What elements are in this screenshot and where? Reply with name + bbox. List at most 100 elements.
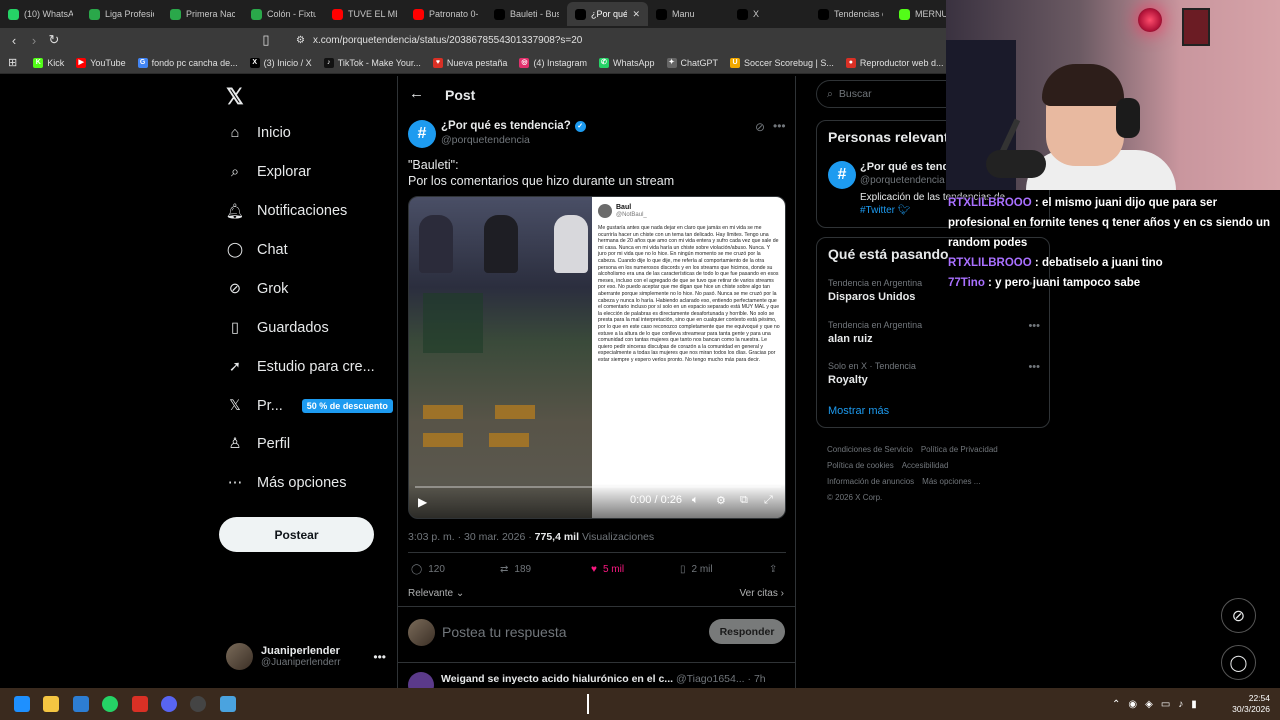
bookmark-item[interactable]: ✆ WhatsApp [598,57,655,68]
browser-tab[interactable]: X [729,2,810,26]
nav-item-pr[interactable]: 𝕏 Pr... 50 % de descuento [226,397,393,415]
browser-tab[interactable]: (10) WhatsApp [0,2,81,26]
browser-tab[interactable]: Tendencias en [810,2,891,26]
fullscreen-icon[interactable]: ⤢ [764,494,773,507]
app-tray-icon[interactable]: ◉ [1128,699,1137,710]
show-more-link[interactable]: Mostrar más [828,405,889,417]
trend-item[interactable]: Solo en X · Tendencia Royalty ••• [828,361,1040,386]
nav-item-estudio-para-cre[interactable]: ➚ Estudio para cre... [226,358,375,376]
site-info-icon[interactable]: ⚙ [296,35,305,46]
bookmark-item[interactable]: ◎ (4) Instagram [519,57,587,68]
author-name-text[interactable]: ¿Por qué es tendencia? [441,120,571,132]
person-handle[interactable]: @porquetendencia [860,175,945,186]
trend-item[interactable]: Tendencia en Argentina alan ruiz ••• [828,320,1040,345]
system-clock[interactable]: 22:54 30/3/2026 [1228,693,1270,715]
bookmark-item[interactable]: Gfondo pc cancha de... [137,57,238,68]
browser-tab[interactable]: Colón - Fixtu [243,2,324,26]
more-icon[interactable]: ••• [1028,361,1040,373]
volume-icon[interactable]: ♪ [1178,699,1183,710]
nav-item-guardados[interactable]: ▯ Guardados [226,319,329,337]
nav-item-m-s-opciones[interactable]: ⋯ Más opciones [226,474,347,492]
hashtag-link[interactable]: #Twitter [860,205,895,216]
next-post-author[interactable]: Weigand se inyecto acido hialurónico en … [441,673,673,685]
chevron-up-icon[interactable]: ⌃ [1112,699,1120,710]
bookmark-item[interactable]: ♪ TikTok - Make Your... [323,57,421,68]
share-button[interactable]: ⇪ [769,564,777,575]
next-post-header[interactable]: Weigand se inyecto acido hialurónico en … [441,673,791,685]
grok-floating-button[interactable]: ⊘ [1221,598,1256,633]
tweet-author-name[interactable]: ¿Por qué es tendencia? ✓ [441,120,586,132]
network-icon[interactable]: ▭ [1161,699,1170,710]
bookmark-item[interactable]: K Kick [33,57,64,68]
nav-item-perfil[interactable]: ♙ Perfil [226,435,291,453]
like-button[interactable]: ♥ 5 mil [591,564,624,575]
bookmark-item[interactable]: ✦ ChatGPT [666,57,718,68]
back-icon[interactable]: ‹ [4,33,24,48]
browser-tab[interactable]: Patronato 0-2 [405,2,486,26]
avatar[interactable] [408,672,434,688]
messages-floating-button[interactable]: ◯ [1221,645,1256,680]
pip-icon[interactable]: ⧉ [740,494,748,507]
url-field[interactable]: ⚙ x.com/porquetendencia/status/203867855… [296,35,582,46]
reply-input[interactable]: Postea tu respuesta [442,624,567,640]
bookmark-item[interactable]: X (3) Inicio / X [249,57,312,68]
avatar[interactable]: # [828,161,856,189]
tweet-video[interactable]: Baul @NotBaul_ Me gustaría antes que nad… [408,196,786,519]
next-post-handle[interactable]: @Tiago1654... [676,673,745,685]
repost-button[interactable]: ⇄ 189 [500,564,531,575]
x-logo-icon[interactable]: 𝕏 [226,84,244,110]
browser-tab[interactable]: Liga Profesio [81,2,162,26]
tweet-timestamp[interactable]: 3:03 p. m. · 30 mar. 2026 · [408,531,535,543]
nav-item-grok[interactable]: ⊘ Grok [226,280,289,298]
account-switcher[interactable]: Juaniperlender @Juaniperlenderr ••• [226,643,386,670]
forward-icon[interactable]: › [24,33,44,48]
bookmark-item[interactable]: U Soccer Scorebug | S... [730,57,834,68]
nav-item-notificaciones[interactable]: 🔔︎ Notificaciones [226,202,347,220]
footer-link[interactable]: Política de Privacidad [921,445,998,454]
bookmark-item[interactable]: ▶ YouTube [76,57,126,68]
promo-badge[interactable]: 50 % de descuento [301,399,393,413]
sort-replies-dropdown[interactable]: Relevante ⌄ [408,588,464,599]
nav-item-explorar[interactable]: ⌕ Explorar [226,163,311,181]
play-icon[interactable]: ▶ [418,495,427,509]
browser-icon[interactable] [132,696,148,712]
shield-icon[interactable]: ◈ [1145,699,1153,710]
battery-icon[interactable]: ▮ [1191,699,1197,710]
nav-item-chat[interactable]: ◯ Chat [226,241,288,259]
bookmark-page-icon[interactable]: ▯ [256,32,276,48]
bookmark-item[interactable]: ♥ Nueva pestaña [432,57,507,68]
bookmark-item[interactable]: ● Reproductor web d... [845,57,943,68]
footer-link[interactable]: Más opciones ... [922,477,980,486]
browser-tab[interactable]: Manu [648,2,729,26]
notepad-icon[interactable] [220,696,236,712]
reply-button[interactable]: ◯ 120 [411,564,445,575]
settings-icon[interactable]: ⚙ [716,494,726,507]
discord-icon[interactable] [161,696,177,712]
tweet-author-avatar[interactable]: # [408,120,436,148]
video-progress-bar[interactable] [415,486,781,488]
browser-tab[interactable]: Bauleti - Busc [486,2,567,26]
back-arrow-icon[interactable]: ← [409,85,424,102]
footer-link[interactable]: Accesibilidad [902,461,949,470]
reload-icon[interactable]: ↻ [44,32,64,48]
whatsapp-icon[interactable] [102,696,118,712]
apps-grid-icon[interactable]: ⊞ [8,56,17,69]
post-button[interactable]: Postear [219,517,374,552]
footer-link[interactable]: Condiciones de Servicio [827,445,913,454]
nav-item-inicio[interactable]: ⌂ Inicio [226,124,291,142]
browser-tab[interactable]: ¿Por qué ✕ [567,2,648,26]
browser-tab[interactable]: TUVE EL MEJ [324,2,405,26]
close-tab-icon[interactable]: ✕ [632,9,640,20]
start-icon[interactable] [14,696,30,712]
volume-icon[interactable]: 🔈︎ [692,494,699,507]
grok-icon[interactable]: ⊘ [755,120,765,134]
reply-submit-button[interactable]: Responder [709,619,785,644]
person-name[interactable]: ¿Por qué es tende [860,161,955,173]
file-explorer-icon[interactable] [43,696,59,712]
obs-icon[interactable] [190,696,206,712]
tweet-author-handle[interactable]: @porquetendencia [441,134,530,146]
footer-link[interactable]: © 2026 X Corp. [827,493,882,502]
more-icon[interactable]: ••• [373,650,386,664]
url-text[interactable]: x.com/porquetendencia/status/20386785543… [313,35,582,46]
footer-link[interactable]: Información de anuncios [827,477,914,486]
